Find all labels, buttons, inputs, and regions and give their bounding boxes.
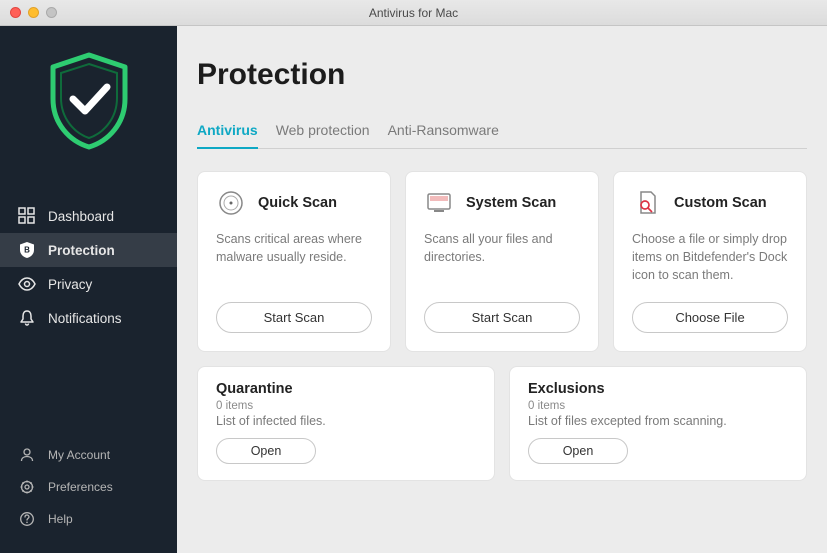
page-title: Protection bbox=[197, 58, 807, 92]
tab-antivirus[interactable]: Antivirus bbox=[197, 122, 258, 149]
custom-scan-card: Custom Scan Choose a file or simply drop… bbox=[613, 171, 807, 352]
system-scan-card: System Scan Scans all your files and dir… bbox=[405, 171, 599, 352]
bell-icon bbox=[18, 309, 36, 327]
bottom-cards-row: Quarantine 0 items List of infected file… bbox=[197, 366, 807, 481]
card-desc: List of infected files. bbox=[216, 414, 476, 428]
card-title: Quarantine bbox=[216, 381, 476, 397]
svg-text:B: B bbox=[24, 246, 30, 255]
maximize-icon[interactable] bbox=[46, 7, 57, 18]
close-icon[interactable] bbox=[10, 7, 21, 18]
system-scan-icon bbox=[424, 188, 454, 218]
custom-scan-button[interactable]: Choose File bbox=[632, 302, 788, 333]
nav-bottom: My Account Preferences Help bbox=[0, 439, 177, 553]
tab-web-protection[interactable]: Web protection bbox=[276, 122, 370, 149]
titlebar: Antivirus for Mac bbox=[0, 0, 827, 26]
grid-icon bbox=[18, 207, 36, 225]
nav-main: Dashboard B Protection Privacy Notificat… bbox=[0, 199, 177, 335]
shield-icon: B bbox=[18, 241, 36, 259]
sidebar-item-notifications[interactable]: Notifications bbox=[0, 301, 177, 335]
custom-scan-icon bbox=[632, 188, 662, 218]
quick-scan-button[interactable]: Start Scan bbox=[216, 302, 372, 333]
scan-cards-row: Quick Scan Scans critical areas where ma… bbox=[197, 171, 807, 352]
shield-check-icon bbox=[45, 51, 133, 151]
item-count: 0 items bbox=[528, 400, 788, 412]
window-controls bbox=[10, 7, 57, 18]
sidebar-item-protection[interactable]: B Protection bbox=[0, 233, 177, 267]
card-desc: Choose a file or simply drop items on Bi… bbox=[632, 230, 788, 284]
quarantine-card: Quarantine 0 items List of infected file… bbox=[197, 366, 495, 481]
gear-icon bbox=[18, 478, 36, 496]
sidebar-item-label: Dashboard bbox=[48, 209, 114, 224]
sidebar-item-privacy[interactable]: Privacy bbox=[0, 267, 177, 301]
card-desc: Scans critical areas where malware usual… bbox=[216, 230, 372, 284]
minimize-icon[interactable] bbox=[28, 7, 39, 18]
app-logo bbox=[0, 51, 177, 151]
sidebar-item-label: Preferences bbox=[48, 480, 113, 494]
sidebar-item-account[interactable]: My Account bbox=[0, 439, 177, 471]
exclusions-card: Exclusions 0 items List of files excepte… bbox=[509, 366, 807, 481]
quick-scan-icon bbox=[216, 188, 246, 218]
card-title: Custom Scan bbox=[674, 195, 767, 211]
tab-anti-ransomware[interactable]: Anti-Ransomware bbox=[388, 122, 499, 149]
quick-scan-card: Quick Scan Scans critical areas where ma… bbox=[197, 171, 391, 352]
main-content: Protection Antivirus Web protection Anti… bbox=[177, 26, 827, 553]
sidebar-item-label: Protection bbox=[48, 243, 115, 258]
card-title: Quick Scan bbox=[258, 195, 337, 211]
system-scan-button[interactable]: Start Scan bbox=[424, 302, 580, 333]
sidebar-item-label: Privacy bbox=[48, 277, 92, 292]
help-icon bbox=[18, 510, 36, 528]
exclusions-open-button[interactable]: Open bbox=[528, 438, 628, 464]
item-count: 0 items bbox=[216, 400, 476, 412]
sidebar-item-help[interactable]: Help bbox=[0, 503, 177, 535]
sidebar-item-dashboard[interactable]: Dashboard bbox=[0, 199, 177, 233]
card-title: System Scan bbox=[466, 195, 556, 211]
user-icon bbox=[18, 446, 36, 464]
sidebar-item-label: My Account bbox=[48, 448, 110, 462]
tabs: Antivirus Web protection Anti-Ransomware bbox=[197, 122, 807, 149]
sidebar: Dashboard B Protection Privacy Notificat… bbox=[0, 26, 177, 553]
sidebar-item-preferences[interactable]: Preferences bbox=[0, 471, 177, 503]
quarantine-open-button[interactable]: Open bbox=[216, 438, 316, 464]
eye-icon bbox=[18, 275, 36, 293]
card-desc: List of files excepted from scanning. bbox=[528, 414, 788, 428]
card-desc: Scans all your files and directories. bbox=[424, 230, 580, 284]
sidebar-item-label: Notifications bbox=[48, 311, 122, 326]
sidebar-item-label: Help bbox=[48, 512, 73, 526]
window-title: Antivirus for Mac bbox=[0, 6, 827, 20]
card-title: Exclusions bbox=[528, 381, 788, 397]
